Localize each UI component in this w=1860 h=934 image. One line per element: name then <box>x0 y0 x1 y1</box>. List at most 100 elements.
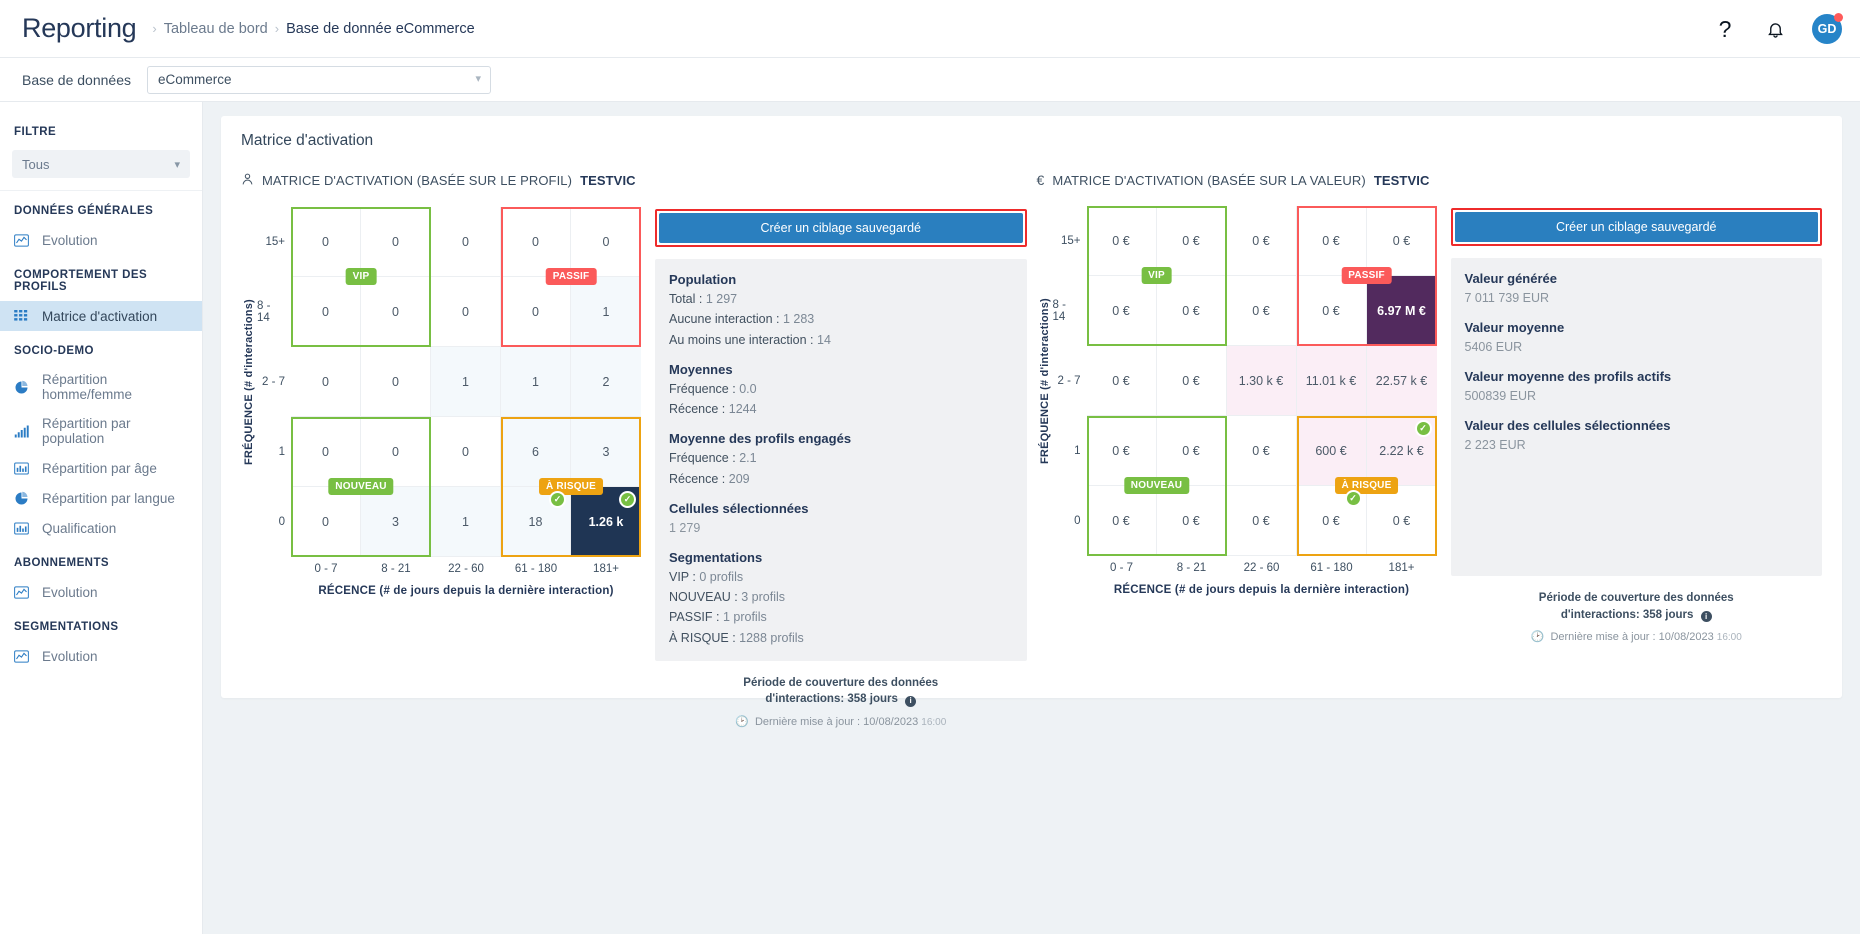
matrix-cell[interactable]: 22.57 k € <box>1366 346 1437 416</box>
info-line: Aucune interaction : 1 283 <box>669 309 1013 329</box>
matrix-cell[interactable]: 0 € <box>1156 416 1227 486</box>
matrix-cell[interactable]: 0 <box>291 277 361 347</box>
matrix-cell[interactable]: 2 <box>571 347 641 417</box>
matrix-cell[interactable]: 0 € <box>1226 416 1297 486</box>
matrix-cell[interactable]: 0 € <box>1156 346 1227 416</box>
sidebar-item-r-partition-par-population[interactable]: Répartition par population <box>0 409 202 453</box>
breadcrumb-item-dashboard[interactable]: Tableau de bord <box>164 21 268 37</box>
matrix-cell[interactable]: 0 <box>361 347 431 417</box>
matrix-cell[interactable]: 6 <box>501 417 571 487</box>
matrix-cell[interactable]: 1 <box>431 347 501 417</box>
matrix-cell-value: 0 <box>462 304 469 319</box>
matrix-cell[interactable]: 0 <box>501 277 571 347</box>
profil-last-update-time: 16:00 <box>921 717 947 729</box>
sidebar-heading-4: SEGMENTATIONS <box>14 621 119 633</box>
segment-tag-vip: VIP <box>345 268 377 285</box>
matrix-profil-chart: FRÉQUENCE (# d'interactions) 15+ 8 - 14 2 … <box>241 207 641 728</box>
matrix-cell[interactable]: 11.01 k € <box>1296 346 1367 416</box>
sidebar-heading-0: DONNÉES GÉNÉRALES <box>14 205 154 217</box>
filter-select[interactable]: Tous ▾ <box>12 150 190 178</box>
matrix-valeur-grid[interactable]: 0 € 0 € 0 € 0 € 0 € 0 € 0 € 0 € 0 € 6.97 M € 0 € 0 … <box>1086 206 1437 556</box>
info-group-value: 5406 EUR <box>1464 340 1523 354</box>
matrix-cell[interactable]: 1.30 k € <box>1226 346 1297 416</box>
matrix-cell[interactable]: 600 € <box>1296 416 1367 486</box>
matrix-cell[interactable]: 0 <box>501 207 571 277</box>
matrix-cell[interactable]: 0 € <box>1086 416 1157 486</box>
matrix-cell[interactable]: 0 <box>291 207 361 277</box>
matrix-cell[interactable]: 0 € <box>1086 346 1157 416</box>
matrix-cell[interactable]: 6.97 M € <box>1366 276 1437 346</box>
matrix-cell[interactable]: 3 <box>571 417 641 487</box>
sidebar-heading-1: COMPORTEMENT DES PROFILS <box>14 269 148 293</box>
sidebar-item-qualification[interactable]: Qualification <box>0 513 202 543</box>
create-saved-target-button-right[interactable]: Créer un ciblage sauvegardé <box>1454 212 1818 242</box>
create-saved-target-highlight-left: Créer un ciblage sauvegardé <box>655 209 1027 247</box>
sidebar-item-r-partition-par-langue[interactable]: Répartition par langue <box>0 483 202 513</box>
matrix-cell[interactable]: 0 € <box>1226 206 1297 276</box>
matrix-cell-value: 3 <box>392 514 399 529</box>
matrix-cell[interactable]: 0 € <box>1296 206 1367 276</box>
valeur-coverage-line2: d'interactions: 358 jours <box>1560 608 1694 621</box>
cell-selected-check-icon[interactable]: ✓ <box>549 491 566 508</box>
matrix-cell[interactable]: 0 € <box>1086 206 1157 276</box>
matrix-profil-grid[interactable]: 0 0 0 0 0 0 0 0 0 1 0 0 1 1 2 0 0 0 6 3 0 3 1 18 1.26 k VIP PASSIF… <box>291 207 641 557</box>
matrix-cell[interactable]: 0 € <box>1156 206 1227 276</box>
matrix-valeur-chart: FRÉQUENCE (# d'interactions) 15+ 8 - 14 2 … <box>1037 206 1437 643</box>
matrix-cell-value: 0 <box>392 374 399 389</box>
matrix-cell[interactable]: 0 € <box>1366 486 1437 556</box>
database-select[interactable]: eCommerce ▾ <box>146 65 491 94</box>
bell-icon[interactable] <box>1762 16 1788 42</box>
matrix-cell[interactable]: 0 <box>431 277 501 347</box>
info-line-value: 14 <box>817 332 831 347</box>
cell-selected-check-icon[interactable]: ✓ <box>619 491 636 508</box>
matrix-cell[interactable]: 0 € <box>1226 276 1297 346</box>
avatar[interactable]: GD <box>1812 13 1843 44</box>
sidebar-item-evolution[interactable]: Evolution <box>0 225 202 255</box>
matrix-cell[interactable]: 0 € <box>1366 206 1437 276</box>
segment-tag-vip: VIP <box>1141 267 1172 284</box>
sidebar-item-evolution[interactable]: Evolution <box>0 577 202 607</box>
matrix-cell[interactable]: 3 <box>361 487 431 557</box>
breadcrumb-separator-icon: › <box>152 21 157 36</box>
matrix-cell[interactable]: 0 € <box>1156 486 1227 556</box>
matrix-cell[interactable]: 0 € <box>1086 276 1157 346</box>
matrix-cell[interactable]: 0 € <box>1156 276 1227 346</box>
matrix-cell[interactable]: 0 € <box>1296 276 1367 346</box>
segment-tag-passif: PASSIF <box>1341 267 1392 284</box>
matrix-cell[interactable]: 0 € <box>1086 486 1157 556</box>
matrix-cell[interactable]: 0 <box>361 277 431 347</box>
info-line: À RISQUE : 1288 profils <box>669 628 1013 648</box>
matrix-cell[interactable]: 0 <box>431 417 501 487</box>
breadcrumb-item-database[interactable]: Base de donnée eCommerce <box>286 21 475 37</box>
info-group-title: Valeur moyenne des profils actifs <box>1464 369 1672 384</box>
matrix-cell[interactable]: 0 <box>571 207 641 277</box>
matrix-cell[interactable]: 0 <box>291 347 361 417</box>
info-icon[interactable]: i <box>905 695 917 707</box>
ytick-4: 0 <box>278 516 285 528</box>
matrix-cell[interactable]: 0 <box>361 417 431 487</box>
matrix-cell[interactable]: 0 <box>361 207 431 277</box>
matrix-cell[interactable]: 0 <box>431 207 501 277</box>
matrix-cell[interactable]: 1 <box>431 487 501 557</box>
sidebar-item-evolution[interactable]: Evolution <box>0 641 202 671</box>
sidebar-item-r-partition-par-ge[interactable]: Répartition par âge <box>0 453 202 483</box>
sidebar-item-r-partition-homme-femme[interactable]: Répartition homme/femme <box>0 365 202 409</box>
cell-selected-check-icon[interactable]: ✓ <box>1344 490 1362 507</box>
matrix-cell[interactable]: 0 € <box>1226 486 1297 556</box>
sidebar-item-matrice-d-activation[interactable]: Matrice d'activation <box>0 301 202 331</box>
help-icon[interactable]: ? <box>1712 16 1738 42</box>
sidebar-item-label: Répartition homme/femme <box>42 372 133 402</box>
cell-selected-check-icon[interactable]: ✓ <box>1414 420 1432 437</box>
pane-profil: MATRICE D'ACTIVATION (BASÉE SUR LE PROFI… <box>241 172 1027 728</box>
matrix-cell-value: 0 € <box>1112 443 1130 458</box>
create-saved-target-button-left[interactable]: Créer un ciblage sauvegardé <box>659 213 1023 243</box>
matrix-cell[interactable]: 0 <box>291 417 361 487</box>
info-icon[interactable]: i <box>1700 610 1712 622</box>
matrix-cell[interactable]: 1 <box>501 347 571 417</box>
info-group-title: Moyennes <box>669 361 733 377</box>
matrix-cell[interactable]: 1 <box>571 277 641 347</box>
info-line-key: Fréquence : <box>669 451 740 466</box>
info-line: Fréquence : 2.1 <box>669 448 1013 468</box>
info-group-value: 1 279 <box>669 520 701 535</box>
matrix-cell[interactable]: 0 <box>291 487 361 557</box>
